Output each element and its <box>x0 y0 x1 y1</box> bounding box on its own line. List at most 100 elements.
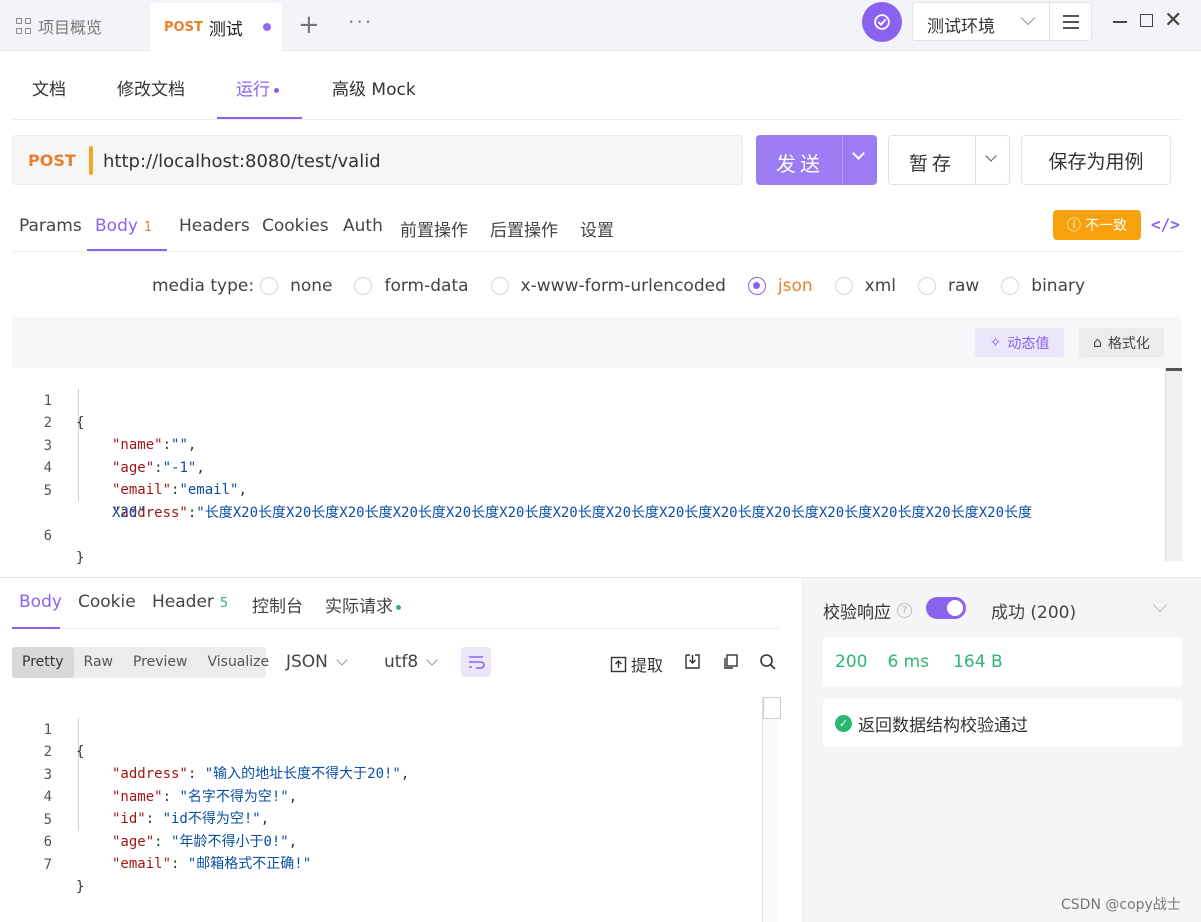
media-option-xml[interactable]: xml <box>865 276 896 296</box>
json-key: "email" <box>112 856 172 872</box>
resp-tab-actual-label: 实际请求 <box>325 597 393 617</box>
resp-tab-header[interactable]: Header 5 <box>152 592 228 612</box>
tab-name: 测试 <box>208 19 243 40</box>
dynamic-value-label: 动态值 <box>1007 335 1050 352</box>
format-value: JSON <box>286 652 328 672</box>
tab-project-overview[interactable]: 项目概览 <box>16 14 102 38</box>
download-icon[interactable] <box>684 653 701 674</box>
view-visualize[interactable]: Visualize <box>197 647 279 678</box>
media-option-raw[interactable]: raw <box>948 276 979 296</box>
chevron-down-icon[interactable] <box>985 150 997 162</box>
radio-json[interactable] <box>747 277 766 295</box>
code-line: 6 } <box>12 503 1162 566</box>
validation-panel: 校验响应 ? 成功 (200) 200 6 ms 164 B ✓ 返回数据结构校… <box>802 578 1201 922</box>
view-preview[interactable]: Preview <box>123 647 198 678</box>
dynamic-value-button[interactable]: ✧ 动态值 <box>975 328 1064 357</box>
media-option-form-data[interactable]: form-data <box>384 276 468 296</box>
code-icon[interactable]: </> <box>1151 215 1180 234</box>
format-icon: ⌂ <box>1093 334 1102 351</box>
code-editor[interactable]: 1 { 2 "name":"", 3 "age":"-1", 4 "email"… <box>12 368 1165 566</box>
validate-response-text: 校验响应 <box>823 603 891 623</box>
view-pretty[interactable]: Pretty <box>12 647 74 678</box>
media-option-json[interactable]: json <box>778 276 813 296</box>
tab-body[interactable]: Body 1 <box>95 216 152 236</box>
radio-raw[interactable] <box>917 277 936 295</box>
subnav-run[interactable]: 运行 <box>236 75 279 100</box>
chevron-down-icon[interactable] <box>852 147 865 160</box>
encoding-select[interactable]: utf8 <box>384 652 438 672</box>
divider <box>1049 3 1050 41</box>
tab-overview-label: 项目概览 <box>38 18 103 37</box>
media-option-urlencoded[interactable]: x-www-form-urlencoded <box>521 276 726 296</box>
wrap-icon <box>469 656 485 669</box>
validation-result[interactable]: 成功 (200) <box>991 598 1076 623</box>
subnav-edit-doc[interactable]: 修改文档 <box>117 75 185 100</box>
help-icon[interactable]: ? <box>897 603 912 618</box>
search-icon[interactable] <box>759 653 777 675</box>
wrap-lines-button[interactable] <box>461 647 491 677</box>
maximize-icon[interactable] <box>1140 14 1153 27</box>
more-tabs-icon[interactable]: ··· <box>348 10 373 34</box>
subnav-advanced-mock[interactable]: 高级 Mock <box>332 75 416 100</box>
minimize-icon[interactable] <box>1113 21 1127 23</box>
format-button[interactable]: ⌂ 格式化 <box>1079 328 1164 357</box>
tab-headers[interactable]: Headers <box>179 216 250 236</box>
title-bar: 项目概览 POST 测试 + ··· 测试环境 ✕ <box>0 0 1201 51</box>
subnav-doc[interactable]: 文档 <box>32 75 66 100</box>
radio-xml[interactable] <box>834 277 853 295</box>
tab-pre-operations[interactable]: 前置操作 <box>400 216 468 241</box>
response-area: Body Cookie Header 5 控制台 实际请求 Pretty Raw … <box>0 577 1201 922</box>
view-raw[interactable]: Raw <box>74 647 123 678</box>
extract-button[interactable]: 提取 <box>610 652 663 676</box>
code-line: 4 "email":"email", <box>12 435 1162 498</box>
resp-tab-actual-request[interactable]: 实际请求 <box>325 592 401 617</box>
resp-tab-console[interactable]: 控制台 <box>252 592 303 617</box>
menu-icon[interactable] <box>1063 15 1079 33</box>
body-count-badge: 1 <box>143 220 153 235</box>
radio-form-data[interactable] <box>354 277 373 295</box>
radio-urlencoded[interactable] <box>490 277 509 295</box>
code-line: 3 "age":"-1", <box>12 413 1162 476</box>
media-option-none[interactable]: none <box>290 276 332 296</box>
radio-binary[interactable] <box>1001 277 1020 295</box>
close-icon[interactable]: ✕ <box>1164 8 1182 33</box>
environment-select[interactable]: 测试环境 <box>912 2 1092 41</box>
copy-icon[interactable] <box>722 653 739 674</box>
tab-post-operations[interactable]: 后置操作 <box>490 216 558 241</box>
validate-toggle[interactable] <box>926 597 966 619</box>
resp-tab-cookie[interactable]: Cookie <box>78 592 136 612</box>
sync-button[interactable] <box>862 2 902 42</box>
code-text: } <box>76 550 85 566</box>
header-count-badge: 5 <box>219 596 229 611</box>
radio-none[interactable] <box>260 277 279 295</box>
inconsistent-label: 不一致 <box>1085 218 1127 234</box>
send-button[interactable]: 发送 <box>756 135 877 185</box>
url-bar[interactable]: POST http://localhost:8080/test/valid <box>12 135 743 185</box>
tab-method: POST <box>164 19 203 35</box>
environment-label: 测试环境 <box>927 17 995 37</box>
code-line: 2 "name":"", <box>12 390 1162 453</box>
resp-tab-body[interactable]: Body <box>19 592 62 612</box>
add-tab-icon[interactable]: + <box>298 10 320 40</box>
line-number: 6 <box>43 528 52 544</box>
tab-cookies[interactable]: Cookies <box>262 216 329 236</box>
extract-label: 提取 <box>631 656 664 675</box>
tab-settings[interactable]: 设置 <box>580 216 614 241</box>
editor-scrollbar[interactable] <box>1165 368 1182 561</box>
tab-post-test[interactable]: POST 测试 <box>150 3 282 51</box>
stash-button[interactable]: 暂存 <box>888 135 1010 185</box>
sub-navigation: 文档 修改文档 运行 高级 Mock <box>12 57 1182 120</box>
request-method[interactable]: POST <box>28 151 76 170</box>
response-code[interactable]: 1 { 2 "address": "输入的地址长度不得大于20!", 3 "na… <box>12 697 781 922</box>
media-option-binary[interactable]: binary <box>1031 276 1085 296</box>
tab-params[interactable]: Params <box>19 216 82 236</box>
subnav-run-label: 运行 <box>236 80 270 100</box>
chevron-down-icon[interactable] <box>1152 597 1168 613</box>
url-input[interactable]: http://localhost:8080/test/valid <box>103 151 381 172</box>
format-select[interactable]: JSON <box>286 652 348 672</box>
tab-auth[interactable]: Auth <box>343 216 383 236</box>
status-dot-icon <box>396 604 401 610</box>
save-as-case-button[interactable]: 保存为用例 <box>1021 135 1171 185</box>
inconsistent-badge[interactable]: ⓘ 不一致 <box>1053 210 1141 240</box>
response-scrollbar[interactable] <box>762 697 781 922</box>
